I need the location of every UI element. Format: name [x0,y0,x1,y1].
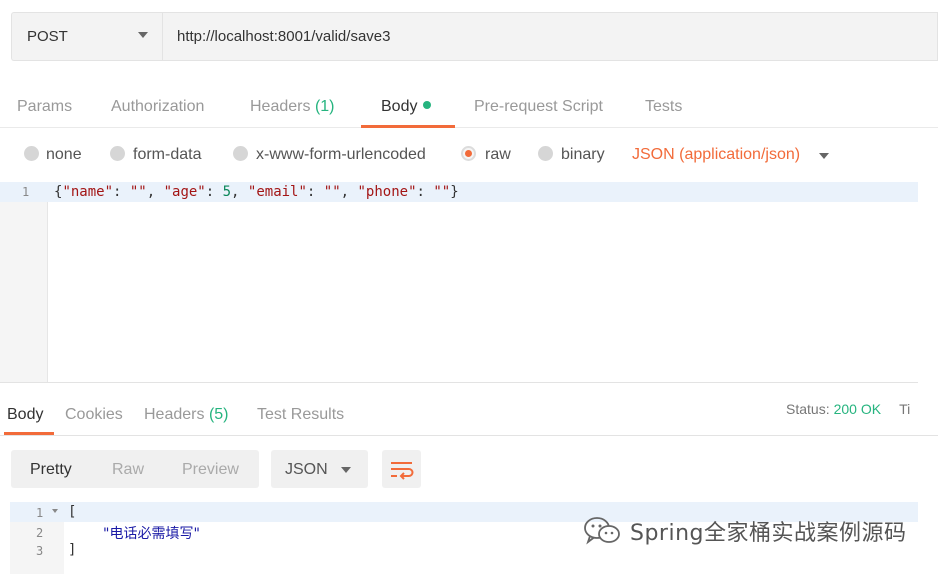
response-close-bracket: ] [68,542,77,558]
editor-gutter [0,182,48,382]
view-raw-button[interactable]: Raw [112,461,144,479]
response-tabs: Body Cookies Headers (5) Test Results St… [0,392,938,436]
radio-binary[interactable] [538,146,553,161]
radio-none[interactable] [24,146,39,161]
response-message: "电话必需填写" [103,526,200,542]
body-type-selector: none form-data x-www-form-urlencoded raw… [0,140,938,174]
view-pretty-button[interactable]: Pretty [30,461,72,479]
http-method-label: POST [27,28,68,45]
watermark-text: Spring全家桶实战案例源码 [630,521,907,546]
radio-form-data-label[interactable]: form-data [133,146,201,164]
active-tab-indicator [361,125,455,128]
radio-binary-label[interactable]: binary [561,146,605,164]
response-status: Status: 200 OK Ti [786,401,911,417]
active-response-tab-indicator [4,432,54,435]
tab-authorization[interactable]: Authorization [111,98,204,116]
url-input[interactable]: http://localhost:8001/valid/save3 [162,12,938,61]
chevron-down-icon [138,32,148,38]
line-number: 2 [36,526,44,540]
radio-raw[interactable] [461,146,476,161]
chevron-down-icon [341,467,351,473]
wrap-lines-button[interactable] [382,450,421,488]
modified-dot-icon [423,101,432,109]
tab-tests[interactable]: Tests [645,98,682,116]
wrap-lines-icon [391,462,414,480]
radio-urlencoded[interactable] [233,146,248,161]
line-number: 1 [22,185,30,199]
request-tabs: Params Authorization Headers (1) Body Pr… [0,76,938,128]
content-type-dropdown[interactable]: JSON (application/json) [632,146,800,164]
radio-none-label[interactable]: none [46,146,82,164]
request-url-bar: POST http://localhost:8001/valid/save3 [11,12,938,61]
tab-headers[interactable]: Headers (1) [250,98,335,116]
radio-form-data[interactable] [110,146,125,161]
pane-divider[interactable] [0,382,918,383]
radio-urlencoded-label[interactable]: x-www-form-urlencoded [256,146,426,164]
wechat-icon [584,517,620,545]
response-tab-headers[interactable]: Headers (5) [144,406,229,424]
response-format-select[interactable]: JSON [271,450,368,488]
fold-chevron-icon[interactable] [52,509,58,513]
response-tab-cookies[interactable]: Cookies [65,406,123,424]
line-number: 1 [36,506,44,520]
chevron-down-icon[interactable] [819,153,829,159]
response-format-label: JSON [285,461,328,478]
view-preview-button[interactable]: Preview [182,461,239,479]
tab-params[interactable]: Params [17,98,72,116]
response-tab-test-results[interactable]: Test Results [257,406,344,424]
headers-count: (1) [314,98,335,115]
url-text: http://localhost:8001/valid/save3 [177,28,391,45]
watermark: Spring全家桶实战案例源码 [582,513,907,549]
http-method-select[interactable]: POST [11,12,162,61]
response-view-modes: Pretty Raw Preview [11,450,259,488]
response-open-bracket: [ [68,504,77,520]
time-label: Ti [899,401,911,417]
tab-pre-request-script[interactable]: Pre-request Script [474,98,603,116]
line-number: 3 [36,544,44,558]
request-body-code: {"name": "", "age": 5, "email": "", "pho… [54,184,459,200]
response-tab-body[interactable]: Body [7,406,43,424]
status-badge: 200 OK [833,401,882,417]
response-headers-count: (5) [208,406,229,423]
tab-body[interactable]: Body [381,98,432,116]
radio-raw-label[interactable]: raw [485,146,511,164]
request-body-editor[interactable]: 1 {"name": "", "age": 5, "email": "", "p… [0,182,918,382]
